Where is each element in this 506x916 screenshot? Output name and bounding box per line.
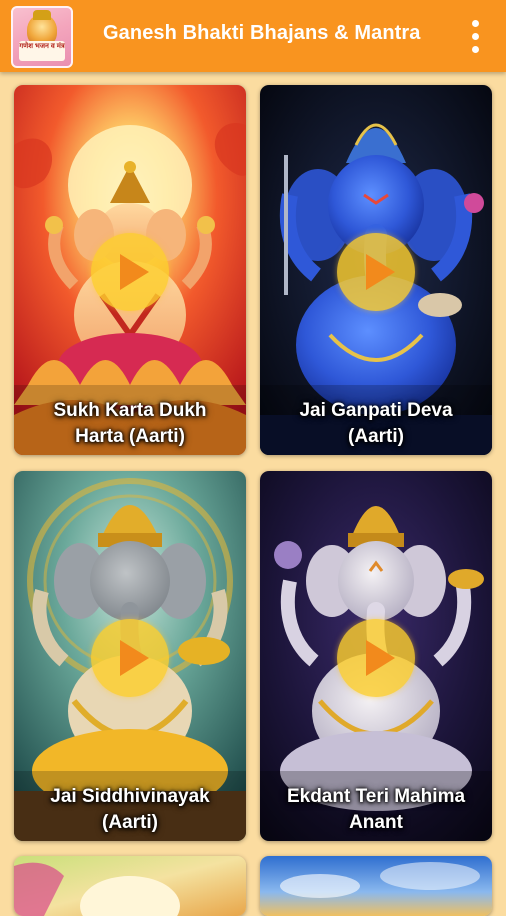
play-icon[interactable] bbox=[91, 233, 169, 311]
play-icon[interactable] bbox=[91, 619, 169, 697]
bhajan-card-ekdant[interactable]: Ekdant Teri Mahima Anant bbox=[260, 471, 492, 841]
card-image-partial bbox=[260, 856, 492, 916]
card-title: Ekdant Teri Mahima Anant bbox=[286, 786, 466, 833]
more-vert-icon bbox=[471, 19, 479, 27]
app-title: Ganesh Bhakti Bhajans & Mantra bbox=[103, 22, 421, 44]
bhajan-card-jai-siddhivinayak[interactable]: Jai Siddhivinayak (Aarti) bbox=[14, 471, 246, 841]
app-logo: गणेश भजन व मंत्र bbox=[11, 6, 73, 68]
card-title: Jai Ganpati Deva (Aarti) bbox=[299, 400, 453, 447]
bhajan-card-jai-ganpati[interactable]: Jai Ganpati Deva (Aarti) bbox=[260, 85, 492, 455]
bhajan-card-sukh-karta[interactable]: Sukh Karta Dukh Harta (Aarti) bbox=[14, 85, 246, 455]
card-image-partial bbox=[14, 856, 246, 916]
card-title: Jai Siddhivinayak (Aarti) bbox=[50, 786, 210, 833]
bhajan-card-partial-left[interactable] bbox=[14, 856, 246, 916]
app-logo-text: गणेश भजन व मंत्र bbox=[19, 41, 65, 61]
card-title: Sukh Karta Dukh Harta (Aarti) bbox=[53, 400, 207, 447]
play-icon[interactable] bbox=[337, 619, 415, 697]
play-icon[interactable] bbox=[337, 233, 415, 311]
more-options-button[interactable] bbox=[462, 14, 488, 58]
app-bar: गणेश भजन व मंत्र Ganesh Bhakti Bhajans &… bbox=[0, 0, 506, 72]
bhajan-card-partial-right[interactable] bbox=[260, 856, 492, 916]
crown-icon bbox=[33, 10, 51, 20]
